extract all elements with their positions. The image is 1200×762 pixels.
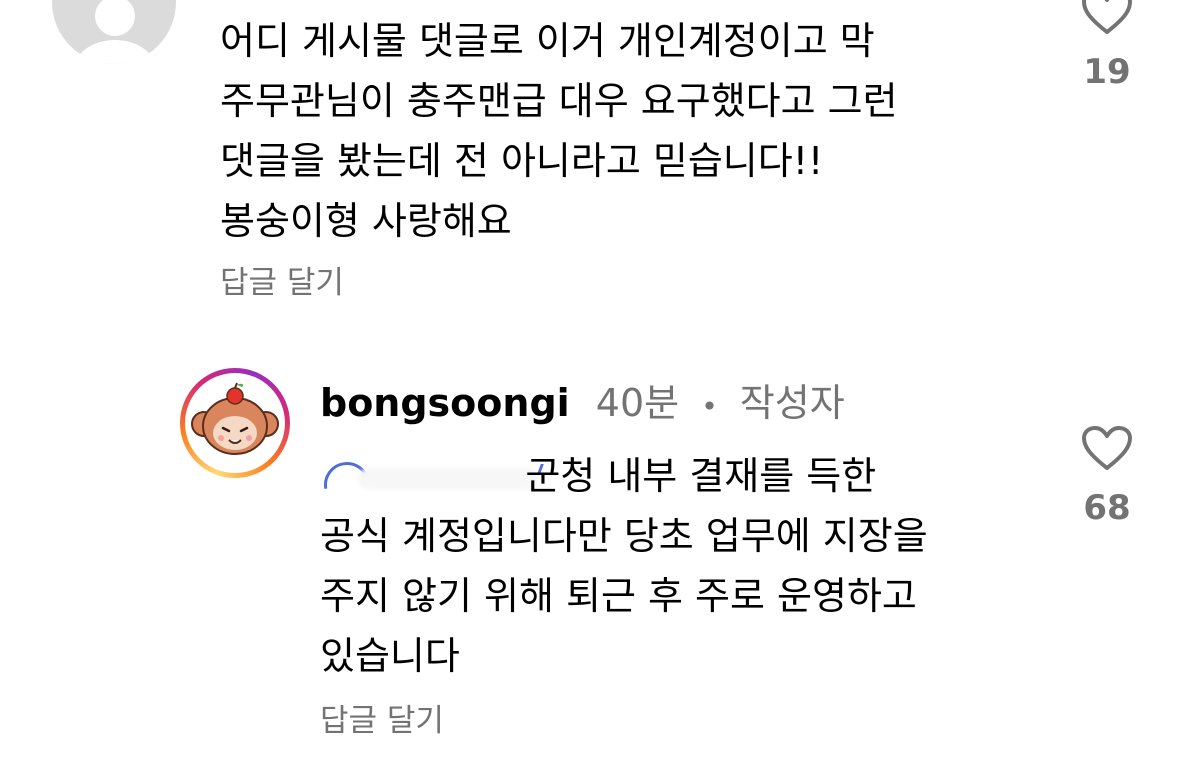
heart-icon[interactable] <box>1081 426 1133 472</box>
comment-item: 어디 게시물 댓글로 이거 개인계정이고 막 주무관님이 충주맨급 대우 요구했… <box>0 0 1200 310</box>
comment-meta: bongsoongi 40분 • 작성자 <box>320 380 845 430</box>
like-count: 68 <box>1083 488 1131 528</box>
comment-item: bongsoongi 40분 • 작성자 군청 내부 결재를 득한 공식 계정입… <box>0 360 1200 762</box>
timestamp: 40분 <box>595 381 680 425</box>
comment-text: 어디 게시물 댓글로 이거 개인계정이고 막 주무관님이 충주맨급 대우 요구했… <box>220 19 898 243</box>
username-link[interactable]: bongsoongi <box>320 381 570 425</box>
avatar-head-shape <box>95 0 135 36</box>
author-badge: 작성자 <box>739 381 845 425</box>
like-control[interactable]: 19 <box>1077 0 1137 92</box>
reply-button[interactable]: 답글 달기 <box>320 695 444 740</box>
heart-icon[interactable] <box>1081 0 1133 36</box>
default-avatar-icon[interactable] <box>52 0 176 64</box>
separator-dot: • <box>701 390 718 423</box>
comment-text: 군청 내부 결재를 득한 공식 계정입니다만 당초 업무에 지장을 주지 않기 … <box>320 454 928 678</box>
reply-button[interactable]: 답글 달기 <box>220 257 344 302</box>
story-ring[interactable] <box>180 368 290 478</box>
story-ring-inner <box>185 373 285 473</box>
like-control[interactable]: 68 <box>1077 426 1137 528</box>
avatar-body-shape <box>74 40 156 64</box>
monkey-avatar-icon <box>190 378 280 468</box>
like-count: 19 <box>1083 52 1131 92</box>
